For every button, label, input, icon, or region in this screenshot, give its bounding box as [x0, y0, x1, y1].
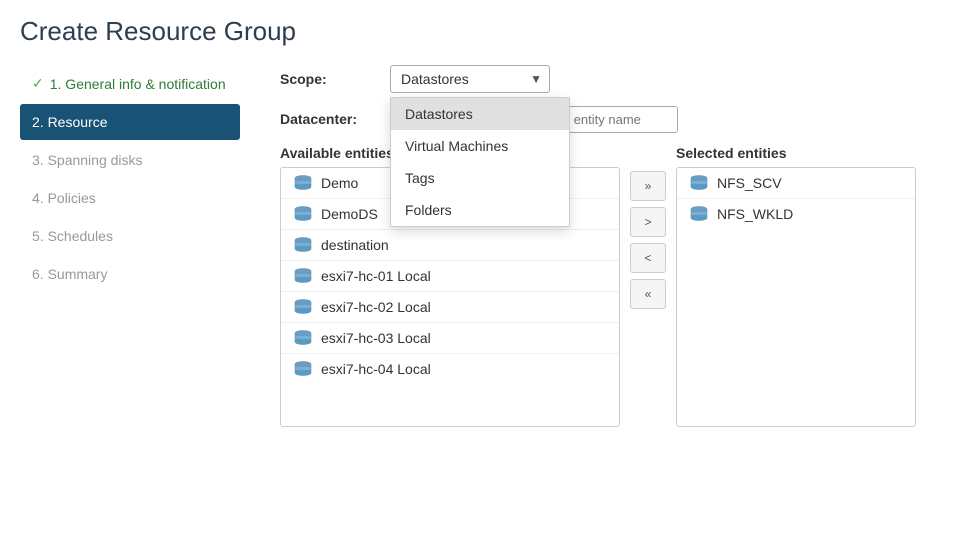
database-icon	[689, 206, 709, 222]
entity-name: esxi7-hc-04 Local	[321, 361, 431, 377]
step-5-label: 5. Schedules	[32, 228, 113, 244]
scope-option-datastores[interactable]: Datastores	[391, 98, 569, 130]
entity-name: Demo	[321, 175, 358, 191]
list-item[interactable]: NFS_WKLD	[677, 199, 915, 229]
main-content: Scope: Datastores Virtual Machines Tags …	[260, 65, 940, 527]
selected-entities-list: NFS_SCV NFS_WKLD	[676, 167, 916, 427]
step-4-label: 4. Policies	[32, 190, 96, 206]
list-item[interactable]: destination	[281, 230, 619, 261]
sidebar-item-step-3[interactable]: 3. Spanning disks	[20, 142, 240, 178]
step-6-label: 6. Summary	[32, 266, 107, 282]
sidebar-item-step-6[interactable]: 6. Summary	[20, 256, 240, 292]
add-button[interactable]: >	[630, 207, 666, 237]
list-item[interactable]: esxi7-hc-03 Local	[281, 323, 619, 354]
step-2-label: 2. Resource	[32, 114, 107, 130]
database-icon	[689, 175, 709, 191]
transfer-buttons-group: » > < «	[620, 171, 676, 309]
database-icon	[293, 299, 313, 315]
database-icon	[293, 268, 313, 284]
steps-sidebar: ✓ 1. General info & notification 2. Reso…	[20, 65, 260, 527]
entity-name: esxi7-hc-02 Local	[321, 299, 431, 315]
database-icon	[293, 361, 313, 377]
selected-entity-name: NFS_WKLD	[717, 206, 793, 222]
database-icon	[293, 206, 313, 222]
add-all-button[interactable]: »	[630, 171, 666, 201]
sidebar-item-step-4[interactable]: 4. Policies	[20, 180, 240, 216]
scope-select[interactable]: Datastores Virtual Machines Tags Folders	[390, 65, 550, 93]
list-item[interactable]: esxi7-hc-04 Local	[281, 354, 619, 384]
step-3-label: 3. Spanning disks	[32, 152, 143, 168]
scope-dropdown-wrapper: Datastores Virtual Machines Tags Folders…	[390, 65, 550, 93]
transfer-area: Available entities Dem	[280, 145, 940, 427]
step-1-label: 1. General info & notification	[50, 76, 226, 92]
selected-entities-container: Selected entities NFS_	[676, 145, 916, 427]
datacenter-row: Datacenter: ▼	[280, 105, 940, 133]
scope-option-tags[interactable]: Tags	[391, 162, 569, 194]
remove-button[interactable]: <	[630, 243, 666, 273]
selected-entity-name: NFS_SCV	[717, 175, 782, 191]
list-item[interactable]: esxi7-hc-01 Local	[281, 261, 619, 292]
database-icon	[293, 175, 313, 191]
entity-name: esxi7-hc-01 Local	[321, 268, 431, 284]
entity-name: destination	[321, 237, 389, 253]
list-item[interactable]: esxi7-hc-02 Local	[281, 292, 619, 323]
scope-option-vms[interactable]: Virtual Machines	[391, 130, 569, 162]
page-title: Create Resource Group	[20, 16, 940, 47]
entity-name: esxi7-hc-03 Local	[321, 330, 431, 346]
sidebar-item-step-5[interactable]: 5. Schedules	[20, 218, 240, 254]
check-icon: ✓	[32, 75, 44, 92]
sidebar-item-step-2[interactable]: 2. Resource	[20, 104, 240, 140]
remove-all-button[interactable]: «	[630, 279, 666, 309]
selected-entities-label: Selected entities	[676, 145, 916, 161]
database-icon	[293, 330, 313, 346]
scope-option-folders[interactable]: Folders	[391, 194, 569, 226]
scope-dropdown-open: Datastores Virtual Machines Tags Folders	[390, 97, 570, 227]
list-item[interactable]: NFS_SCV	[677, 168, 915, 199]
entity-name: DemoDS	[321, 206, 378, 222]
scope-row: Scope: Datastores Virtual Machines Tags …	[280, 65, 940, 93]
database-icon	[293, 237, 313, 253]
datacenter-label: Datacenter:	[280, 105, 390, 127]
sidebar-item-step-1[interactable]: ✓ 1. General info & notification	[20, 65, 240, 102]
scope-label: Scope:	[280, 65, 390, 87]
